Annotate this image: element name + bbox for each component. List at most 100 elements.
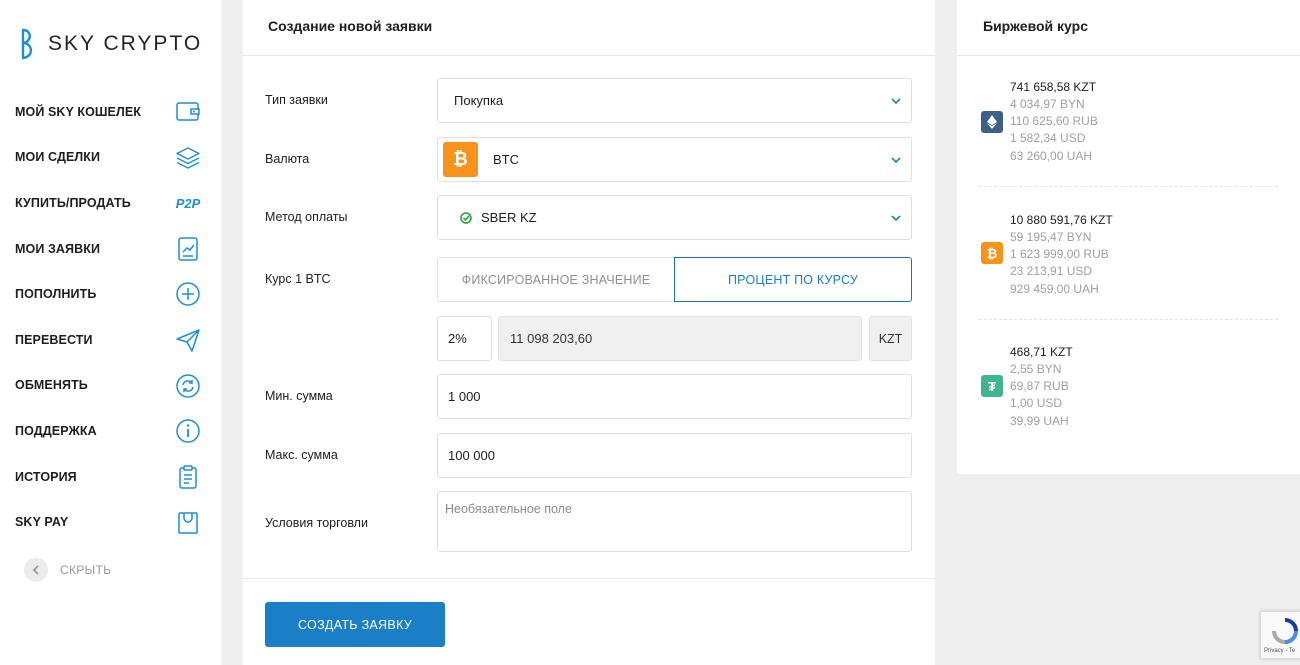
exchange-icon	[175, 373, 201, 399]
sidebar-item-label: SKY PAY	[15, 515, 69, 530]
create-request-card: Создание новой заявки Тип заявки Покупка…	[243, 0, 935, 665]
sidebar-nav: МОЙ SKY КОШЕЛЕК МОИ СДЕЛКИ КУПИТЬ/ПРОДАТ…	[0, 89, 221, 545]
type-label: Тип заявки	[265, 93, 328, 107]
exchange-rates-title: Биржевой курс	[983, 18, 1088, 34]
chart-doc-icon	[175, 236, 201, 262]
send-icon	[175, 327, 201, 353]
rate-sub-value: 1 582,34 USD	[1010, 131, 1086, 146]
divider	[957, 55, 1300, 56]
plus-circle-icon	[175, 281, 201, 307]
rate-sub-value: 1 623 999,00 RUB	[1010, 247, 1109, 262]
recaptcha-text: Privacy - Te	[1264, 648, 1296, 654]
rate-main-value: 468,71 KZT	[1010, 345, 1073, 359]
rate-main-value: 741 658,58 KZT	[1010, 80, 1097, 94]
rate-label: Курс 1 BTC	[265, 272, 331, 286]
rate-mode-fixed-button[interactable]: ФИКСИРОВАННОЕ ЗНАЧЕНИЕ	[437, 257, 674, 302]
max-amount-input[interactable]: 100 000	[437, 433, 912, 478]
chevron-down-icon	[891, 98, 901, 105]
logo[interactable]: SKY CRYPTO	[20, 28, 202, 60]
percent-input[interactable]: 2%	[437, 316, 492, 361]
type-value: Покупка	[454, 93, 504, 108]
sidebar-item-buy-sell[interactable]: КУПИТЬ/ПРОДАТЬ P2P	[0, 180, 221, 226]
rate-sub-value: 39,99 UAH	[1010, 413, 1069, 428]
sber-icon	[460, 211, 472, 224]
rate-currency: KZT	[869, 316, 912, 361]
chevron-left-icon	[24, 558, 48, 582]
rate-mode-percent-button[interactable]: ПРОЦЕНТ ПО КУРСУ	[674, 257, 912, 302]
brand-name: SKY CRYPTO	[48, 32, 203, 55]
sidebar: SKY CRYPTO МОЙ SKY КОШЕЛЕК МОИ СДЕЛКИ КУ…	[0, 0, 221, 665]
terms-textarea[interactable]: Необязательное поле	[437, 491, 912, 552]
create-request-button[interactable]: СОЗДАТЬ ЗАЯВКУ	[265, 602, 445, 647]
payment-select[interactable]: SBER KZ	[437, 195, 912, 240]
hide-sidebar-button[interactable]: СКРЫТЬ	[24, 558, 111, 582]
wallet-icon	[175, 99, 201, 125]
chevron-down-icon	[891, 157, 901, 164]
divider	[243, 55, 935, 56]
rate-sub-value: 23 213,91 USD	[1010, 264, 1093, 279]
recaptcha-icon	[1272, 618, 1298, 644]
sidebar-item-label: МОИ СДЕЛКИ	[15, 150, 101, 165]
rate-sub-value: 4 034,97 BYN	[1010, 97, 1085, 111]
sidebar-item-label: ПОПОЛНИТЬ	[15, 287, 97, 302]
rate-sub-value: 69,87 RUB	[1010, 379, 1069, 394]
layers-icon	[175, 145, 201, 171]
divider	[243, 578, 935, 579]
sidebar-item-support[interactable]: ПОДДЕРЖКА	[0, 408, 221, 454]
sidebar-item-deals[interactable]: МОИ СДЕЛКИ	[0, 135, 221, 181]
rate-lines: 468,71 KZT 2,55 BYN 69,87 RUB 1,00 USD 3…	[1010, 344, 1073, 430]
rate-separator	[979, 186, 1278, 187]
rate-sub-value: 1,00 USD	[1010, 396, 1063, 411]
sidebar-item-label: ОБМЕНЯТЬ	[15, 378, 88, 393]
ethereum-icon	[981, 111, 1003, 133]
currency-label: Валюта	[265, 152, 310, 166]
rate-mode-toggle: ФИКСИРОВАННОЕ ЗНАЧЕНИЕ ПРОЦЕНТ ПО КУРСУ	[437, 257, 912, 302]
page-title: Создание новой заявки	[268, 18, 433, 34]
max-label: Макс. сумма	[265, 448, 338, 462]
sidebar-item-my-requests[interactable]: МОИ ЗАЯВКИ	[0, 226, 221, 272]
recaptcha-badge[interactable]: Privacy - Te	[1260, 611, 1300, 659]
rate-sub-value: 59 195,47 BYN	[1010, 230, 1092, 244]
currency-value: BTC	[493, 152, 519, 167]
rate-sub-value: 2,55 BYN	[1010, 362, 1062, 376]
min-amount-input[interactable]: 1 000	[437, 374, 912, 419]
sidebar-item-label: ПОДДЕРЖКА	[15, 423, 97, 438]
rate-separator	[979, 319, 1278, 320]
rate-lines: 741 658,58 KZT 4 034,97 BYN 110 625,60 R…	[1010, 79, 1098, 165]
sidebar-item-wallet[interactable]: МОЙ SKY КОШЕЛЕК	[0, 89, 221, 135]
sidebar-item-label: КУПИТЬ/ПРОДАТЬ	[15, 195, 131, 210]
chevron-down-icon	[891, 215, 901, 222]
max-value: 100 000	[448, 448, 495, 463]
sidebar-item-history[interactable]: ИСТОРИЯ	[0, 454, 221, 500]
sidebar-item-label: ИСТОРИЯ	[15, 469, 77, 484]
exchange-rates-card: Биржевой курс 741 658,58 KZT 4 034,97 BY…	[957, 0, 1300, 474]
bitcoin-icon: ₿	[443, 142, 478, 177]
rate-sub-value: 63 260,00 UAH	[1010, 148, 1093, 163]
rate-sub-value: 110 625,60 RUB	[1010, 114, 1098, 129]
sidebar-item-exchange[interactable]: ОБМЕНЯТЬ	[0, 363, 221, 409]
bitcoin-icon: ₿	[981, 242, 1003, 264]
type-select[interactable]: Покупка	[437, 78, 912, 123]
p2p-icon: P2P	[175, 195, 201, 211]
sidebar-item-transfer[interactable]: ПЕРЕВЕСТИ	[0, 317, 221, 363]
sidebar-item-label: МОЙ SKY КОШЕЛЕК	[15, 104, 142, 119]
sidebar-item-sky-pay[interactable]: SKY PAY	[0, 499, 221, 545]
payment-value: SBER KZ	[481, 210, 537, 225]
payment-label: Метод оплаты	[265, 210, 348, 224]
sidebar-item-label: МОИ ЗАЯВКИ	[15, 241, 101, 256]
min-label: Мин. сумма	[265, 389, 333, 403]
rate-sub-value: 929 459,00 UAH	[1010, 281, 1099, 296]
currency-select[interactable]: ₿ BTC	[437, 137, 912, 182]
rate-value-field: 11 098 203,60	[498, 316, 862, 361]
terms-label: Условия торговли	[265, 516, 368, 530]
sidebar-item-label: ПЕРЕВЕСТИ	[15, 332, 93, 347]
tether-icon: ₮	[981, 375, 1003, 397]
info-icon	[175, 418, 201, 444]
min-value: 1 000	[448, 389, 481, 404]
bag-icon	[175, 509, 201, 535]
rate-lines: 10 880 591,76 KZT 59 195,47 BYN 1 623 99…	[1010, 212, 1113, 298]
rate-main-value: 10 880 591,76 KZT	[1010, 213, 1113, 227]
hide-label: СКРЫТЬ	[60, 563, 112, 577]
sidebar-item-deposit[interactable]: ПОПОЛНИТЬ	[0, 271, 221, 317]
sky-logo-icon	[21, 28, 33, 60]
